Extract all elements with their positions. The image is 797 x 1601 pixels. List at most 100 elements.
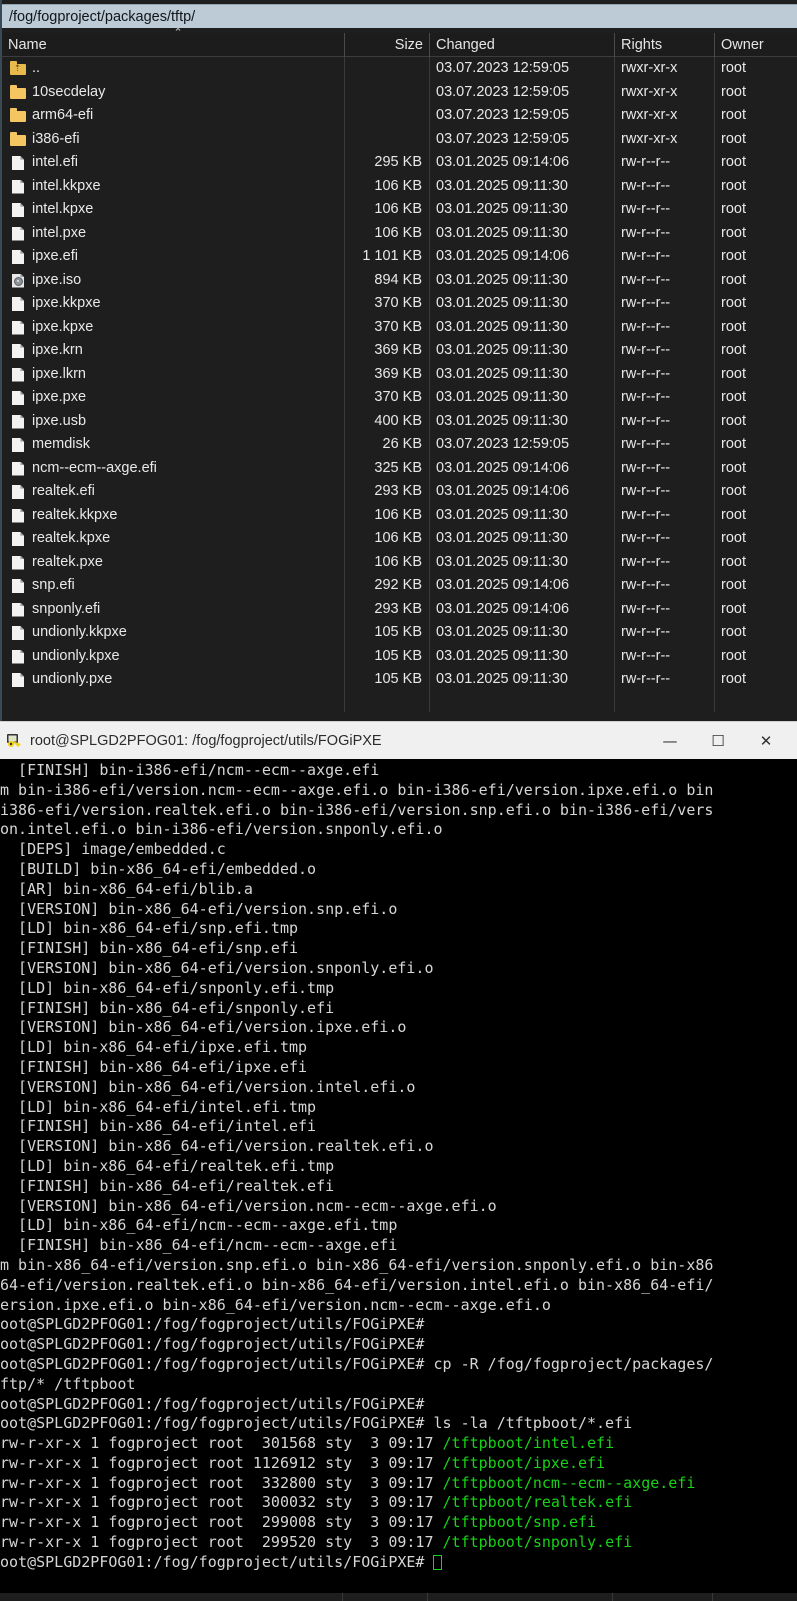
file-owner-cell: root xyxy=(721,600,746,617)
file-owner-cell: root xyxy=(721,483,746,499)
table-row[interactable]: snponly.efi 293 KB 03.01.2025 09:14:06 rw-r… xyxy=(2,598,797,622)
table-row[interactable]: realtek.pxe 106 KB 03.01.2025 09:11:30 rw-r… xyxy=(2,551,797,575)
close-button[interactable]: ✕ xyxy=(743,722,789,760)
file-changed-cell: 03.01.2025 09:11:30 xyxy=(436,224,568,241)
file-rights-cell: rw-r--r-- xyxy=(621,553,671,570)
terminal-line: rw-r-xr-x 1 fogproject root 1126912 sty … xyxy=(0,1454,797,1474)
table-row[interactable]: ipxe.usb 400 KB 03.01.2025 09:11:30 rw-r--r… xyxy=(2,410,797,434)
terminal-line-text: [LD] bin-x86_64-efi/snponly.efi.tmp xyxy=(0,978,335,997)
file-changed-cell: 03.01.2025 09:11:30 xyxy=(436,271,568,288)
table-row[interactable]: 10secdelay 03.07.2023 12:59:05 rwxr-xr-x ro… xyxy=(2,81,797,105)
file-owner-cell: root xyxy=(721,553,746,570)
column-header-changed[interactable]: Changed xyxy=(429,33,614,57)
terminal-window: root@SPLGD2PFOG01: /fog/fogproject/utils… xyxy=(0,721,797,1601)
file-size-cell xyxy=(344,104,429,128)
column-header-name[interactable]: Name xyxy=(2,33,344,57)
file-changed-cell: 03.01.2025 09:14:06 xyxy=(436,483,570,499)
file-owner-cell: root xyxy=(721,83,746,100)
terminal-line: oot@SPLGD2PFOG01:/fog/fogproject/utils/F… xyxy=(0,1335,797,1355)
maximize-button[interactable]: ☐ xyxy=(695,722,741,760)
terminal-line-text: rw-r-xr-x 1 fogproject root 299520 sty 3… xyxy=(0,1533,443,1552)
terminal-line-text: [FINISH] bin-x86_64-efi/snponly.efi xyxy=(0,998,335,1017)
terminal-line-text: ftp/* /tftpboot xyxy=(0,1374,136,1393)
column-header-size[interactable]: Size xyxy=(344,33,429,57)
terminal-titlebar[interactable]: root@SPLGD2PFOG01: /fog/fogproject/utils… xyxy=(0,721,797,759)
file-size-cell: 894 KB xyxy=(374,271,422,288)
table-row[interactable]: ipxe.lkrn 369 KB 03.01.2025 09:11:30 rw-r--… xyxy=(2,363,797,387)
terminal-line-text: [FINISH] bin-x86_64-efi/realtek.efi xyxy=(0,1176,335,1195)
table-row[interactable]: realtek.kkpxe 106 KB 03.01.2025 09:11:30 rw… xyxy=(2,504,797,528)
terminal-line: [VERSION] bin-x86_64-efi/version.snponly… xyxy=(0,959,797,979)
table-row[interactable]: realtek.kpxe 106 KB 03.01.2025 09:11:30 rw-… xyxy=(2,527,797,551)
terminal-line: oot@SPLGD2PFOG01:/fog/fogproject/utils/F… xyxy=(0,1395,797,1415)
file-name-cell: snp.efi xyxy=(32,577,75,593)
terminal-line: [LD] bin-x86_64-efi/ipxe.efi.tmp xyxy=(0,1038,797,1058)
file-changed-cell: 03.01.2025 09:14:06 xyxy=(436,577,570,593)
terminal-line: rw-r-xr-x 1 fogproject root 299520 sty 3… xyxy=(0,1533,797,1553)
file-name-cell: realtek.kkpxe xyxy=(32,506,118,523)
table-row[interactable]: realtek.efi 293 KB 03.01.2025 09:14:06 rw-r… xyxy=(2,480,797,504)
terminal-line-text: [VERSION] bin-x86_64-efi/version.ncm--ec… xyxy=(0,1196,497,1215)
terminal-title-text: root@SPLGD2PFOG01: /fog/fogproject/utils… xyxy=(30,733,382,749)
file-size-cell: 369 KB xyxy=(374,365,422,382)
table-row[interactable]: ipxe.efi 1 101 KB 03.01.2025 09:14:06 rw-r-… xyxy=(2,245,797,269)
file-changed-cell: 03.01.2025 09:11:30 xyxy=(436,295,568,311)
table-row[interactable]: ipxe.pxe 370 KB 03.01.2025 09:11:30 rw-r--r… xyxy=(2,386,797,410)
path-breadcrumb-bar[interactable]: /fog/fogproject/packages/tftp/ xyxy=(2,4,797,28)
table-row[interactable]: undionly.pxe 105 KB 03.01.2025 09:11:30 rw-… xyxy=(2,668,797,692)
file-owner-cell: root xyxy=(721,624,746,640)
file-size-cell: 106 KB xyxy=(374,506,422,523)
table-row[interactable]: undionly.kkpxe 105 KB 03.01.2025 09:11:30 r… xyxy=(2,621,797,645)
terminal-line: on.intel.efi.o bin-i386-efi/version.snpo… xyxy=(0,820,797,840)
column-divider xyxy=(612,1593,613,1601)
file-rights-cell: rwxr-xr-x xyxy=(621,60,678,76)
file-owner-cell: root xyxy=(721,224,746,241)
file-rights-cell: rw-r--r-- xyxy=(621,647,671,664)
file-size-cell: 105 KB xyxy=(374,647,422,664)
table-row[interactable]: intel.pxe 106 KB 03.01.2025 09:11:30 rw-r--… xyxy=(2,222,797,246)
table-row[interactable]: intel.kkpxe 106 KB 03.01.2025 09:11:30 rw-r… xyxy=(2,175,797,199)
table-row[interactable]: intel.efi 295 KB 03.01.2025 09:14:06 rw-r--… xyxy=(2,151,797,175)
table-row[interactable]: i386-efi 03.07.2023 12:59:05 rwxr-xr-x root xyxy=(2,128,797,152)
file-name-cell: memdisk xyxy=(32,436,91,452)
minimize-button[interactable]: — xyxy=(647,722,693,760)
terminal-line-text: [FINISH] bin-x86_64-efi/intel.efi xyxy=(0,1117,317,1136)
table-row[interactable]: ipxe.kpxe 370 KB 03.01.2025 09:11:30 rw-r--… xyxy=(2,316,797,340)
column-header-rights[interactable]: Rights xyxy=(614,33,714,57)
terminal-line-text: [AR] bin-x86_64-efi/blib.a xyxy=(0,879,253,898)
column-header-owner[interactable]: Owner xyxy=(714,33,797,57)
table-row[interactable]: ncm--ecm--axge.efi 325 KB 03.01.2025 09:14… xyxy=(2,457,797,481)
file-rights-cell: rw-r--r-- xyxy=(621,506,671,523)
file-owner-cell: root xyxy=(721,295,746,311)
terminal-line: m bin-x86_64-efi/version.snp.efi.o bin-x… xyxy=(0,1256,797,1276)
terminal-output[interactable]: [FINISH] bin-i386-efi/ncm--ecm--axge.efi… xyxy=(0,759,797,1601)
file-name-cell: undionly.pxe xyxy=(32,671,113,687)
table-row[interactable]: snp.efi 292 KB 03.01.2025 09:14:06 rw-r--r-… xyxy=(2,574,797,598)
terminal-line-text: rw-r-xr-x 1 fogproject root 1126912 sty … xyxy=(0,1453,443,1472)
file-changed-cell: 03.01.2025 09:11:30 xyxy=(436,177,568,194)
table-row[interactable]: undionly.kpxe 105 KB 03.01.2025 09:11:30 rw… xyxy=(2,645,797,669)
table-row[interactable]: intel.kpxe 106 KB 03.01.2025 09:11:30 rw-r-… xyxy=(2,198,797,222)
file-size-cell xyxy=(344,128,429,152)
file-rights-cell: rw-r--r-- xyxy=(621,201,671,217)
table-row[interactable]: ipxe.krn 369 KB 03.01.2025 09:11:30 rw-r--r… xyxy=(2,339,797,363)
file-rights-cell: rw-r--r-- xyxy=(621,624,671,640)
terminal-line-text: [VERSION] bin-x86_64-efi/version.snp.efi… xyxy=(0,899,398,918)
table-row[interactable]: ipxe.iso 894 KB 03.01.2025 09:11:30 rw-r--r… xyxy=(2,269,797,293)
table-row[interactable]: memdisk 26 KB 03.07.2023 12:59:05 rw-r--r--… xyxy=(2,433,797,457)
file-rights-cell: rw-r--r-- xyxy=(621,671,671,687)
terminal-line-text: [DEPS] image/embedded.c xyxy=(0,840,226,859)
terminal-line-text: rw-r-xr-x 1 fogproject root 301568 sty 3… xyxy=(0,1434,443,1453)
table-row[interactable]: ipxe.kkpxe 370 KB 03.01.2025 09:11:30 rw-r-… xyxy=(2,292,797,316)
file-rights-cell: rw-r--r-- xyxy=(621,365,671,382)
table-row[interactable]: arm64-efi 03.07.2023 12:59:05 rwxr-xr-x roo… xyxy=(2,104,797,128)
file-changed-cell: 03.01.2025 09:11:30 xyxy=(436,342,568,358)
file-name-cell: ipxe.pxe xyxy=(32,389,87,405)
table-row[interactable]: ⇡.. 03.07.2023 12:59:05 rwxr-xr-x root xyxy=(2,57,797,81)
terminal-line: [FINISH] bin-x86_64-efi/realtek.efi xyxy=(0,1177,797,1197)
file-rights-cell: rw-r--r-- xyxy=(621,459,671,476)
file-owner-cell: root xyxy=(721,671,746,687)
file-name-cell: ipxe.kkpxe xyxy=(32,295,101,311)
file-owner-cell: root xyxy=(721,530,746,546)
file-size-cell: 370 KB xyxy=(374,318,422,335)
